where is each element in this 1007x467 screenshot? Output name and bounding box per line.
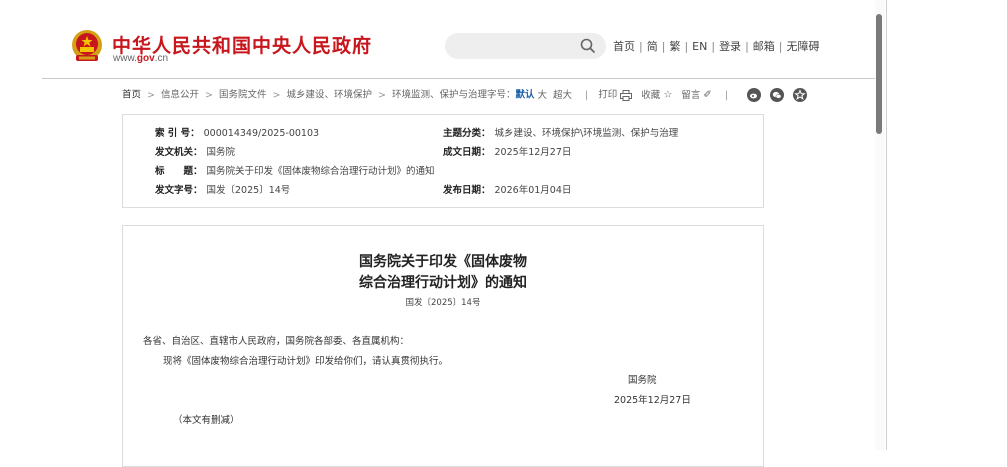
- nav-traditional[interactable]: 繁: [669, 40, 680, 53]
- top-nav: 首页 | 简 | 繁 | EN | 登录 | 邮箱 | 无障碍: [613, 38, 820, 54]
- nav-sep: |: [639, 40, 643, 53]
- docno-value: 国发〔2025〕14号: [206, 185, 291, 196]
- document-signature: 国务院: [628, 375, 657, 386]
- site-domain[interactable]: www.gov.cn: [113, 53, 168, 64]
- comment-label[interactable]: 留言: [681, 90, 700, 101]
- created-label: 成文日期：: [443, 147, 491, 158]
- title-value: 国务院关于印发《固体废物综合治理行动计划》的通知: [206, 166, 435, 177]
- breadcrumb: 首页 > 信息公开 > 国务院文件 > 城乡建设、环境保护 > 环境监测、保护与治理字号：默认大…: [122, 88, 808, 102]
- document-number: 国发〔2025〕14号: [405, 298, 481, 308]
- wechat-share-icon[interactable]: [770, 88, 785, 102]
- document-note: （本文有删减）: [173, 415, 240, 426]
- document-body: 国务院关于印发《固体废物 综合治理行动计划》的通知 国发〔2025〕14号 各省…: [122, 225, 764, 467]
- pencil-icon[interactable]: ✐: [703, 90, 711, 101]
- issuer-row: 发文机关： 国务院: [155, 144, 235, 158]
- issuer-label: 发文机关：: [155, 147, 203, 158]
- font-size-default[interactable]: 默认: [515, 90, 534, 101]
- document-title-line-1: 国务院关于印发《固体废物: [359, 254, 527, 270]
- breadcrumb-sep: >: [205, 89, 213, 101]
- window-edge: [886, 0, 887, 450]
- created-row: 成文日期： 2025年12月27日: [443, 144, 571, 158]
- site-header: 中华人民共和国中央人民政府 www.gov.cn 首页 | 简 | 繁 | EN | 登录 | 邮箱…: [0, 0, 875, 78]
- title-label: 标 题：: [155, 166, 203, 177]
- nav-accessibility[interactable]: 无障碍: [787, 40, 820, 53]
- index-label: 索 引 号：: [155, 128, 200, 139]
- breadcrumb-sep: >: [377, 89, 386, 101]
- font-size-large[interactable]: 大: [537, 90, 547, 101]
- tool-separator: |: [724, 89, 729, 101]
- font-size-xlarge[interactable]: 超大: [553, 90, 572, 101]
- search-icon[interactable]: [580, 38, 596, 54]
- nav-login[interactable]: 登录: [719, 40, 741, 53]
- print-icon[interactable]: [620, 89, 633, 101]
- issuer-value: 国务院: [206, 147, 236, 158]
- document-salutation: 各省、自治区、直辖市人民政府，国务院各部委、各直属机构：: [143, 336, 410, 347]
- favorite-label[interactable]: 收藏: [641, 90, 660, 101]
- title-row: 标 题： 国务院关于印发《固体废物综合治理行动计划》的通知: [155, 163, 435, 177]
- category-label: 主题分类：: [443, 128, 491, 139]
- nav-home[interactable]: 首页: [613, 40, 635, 53]
- breadcrumb-sep: >: [147, 89, 155, 101]
- breadcrumb-state-council-docs[interactable]: 国务院文件: [219, 90, 267, 101]
- nav-sep: |: [711, 40, 716, 53]
- font-size-label: 字号：: [486, 89, 516, 101]
- nav-english[interactable]: EN: [692, 40, 707, 53]
- national-emblem-icon[interactable]: [70, 28, 104, 64]
- star-outline-icon[interactable]: ☆: [663, 90, 672, 101]
- published-label: 发布日期：: [443, 185, 491, 196]
- site-domain-post: .cn: [154, 53, 169, 64]
- docno-row: 发文字号： 国发〔2025〕14号: [155, 182, 290, 196]
- category-value: 城乡建设、环境保护\环境监测、保护与治理: [494, 128, 679, 139]
- site-domain-brand: gov: [136, 53, 155, 64]
- document-metadata: 索 引 号： 000014349/2025-00103 主题分类： 城乡建设、环境保…: [122, 114, 764, 208]
- document-paragraph: 现将《固体废物综合治理行动计划》印发给你们，请认真贯彻执行。: [163, 356, 449, 367]
- breadcrumb-env-monitoring[interactable]: 环境监测、保护与治理: [392, 90, 487, 101]
- weibo-share-icon[interactable]: [747, 88, 762, 102]
- breadcrumb-home[interactable]: 首页: [122, 90, 141, 101]
- tool-separator: |: [585, 89, 589, 101]
- index-row: 索 引 号： 000014349/2025-00103: [155, 125, 319, 139]
- nav-simplified[interactable]: 简: [647, 40, 658, 53]
- published-value: 2026年01月04日: [494, 185, 572, 196]
- docno-label: 发文字号：: [155, 185, 203, 196]
- favorite-star-icon[interactable]: [793, 88, 808, 102]
- index-value: 000014349/2025-00103: [203, 128, 320, 139]
- header-divider: [42, 78, 875, 79]
- breadcrumb-urban-env[interactable]: 城乡建设、环境保护: [286, 90, 372, 101]
- published-row: 发布日期： 2026年01月04日: [443, 182, 571, 196]
- document-title-line-2: 综合治理行动计划》的通知: [359, 275, 527, 291]
- nav-sep: |: [778, 40, 783, 53]
- nav-sep: |: [661, 40, 666, 53]
- nav-sep: |: [745, 40, 749, 53]
- breadcrumb-info-public[interactable]: 信息公开: [161, 90, 199, 101]
- site-domain-pre: www.: [113, 53, 137, 64]
- scrollbar-thumb[interactable]: [876, 14, 882, 134]
- nav-sep: |: [684, 40, 689, 53]
- document-date: 2025年12月27日: [614, 395, 691, 406]
- print-label[interactable]: 打印: [598, 90, 617, 101]
- breadcrumb-sep: >: [272, 89, 281, 101]
- created-value: 2025年12月27日: [494, 147, 572, 158]
- category-row: 主题分类： 城乡建设、环境保护\环境监测、保护与治理: [443, 125, 678, 139]
- nav-mail[interactable]: 邮箱: [753, 40, 775, 53]
